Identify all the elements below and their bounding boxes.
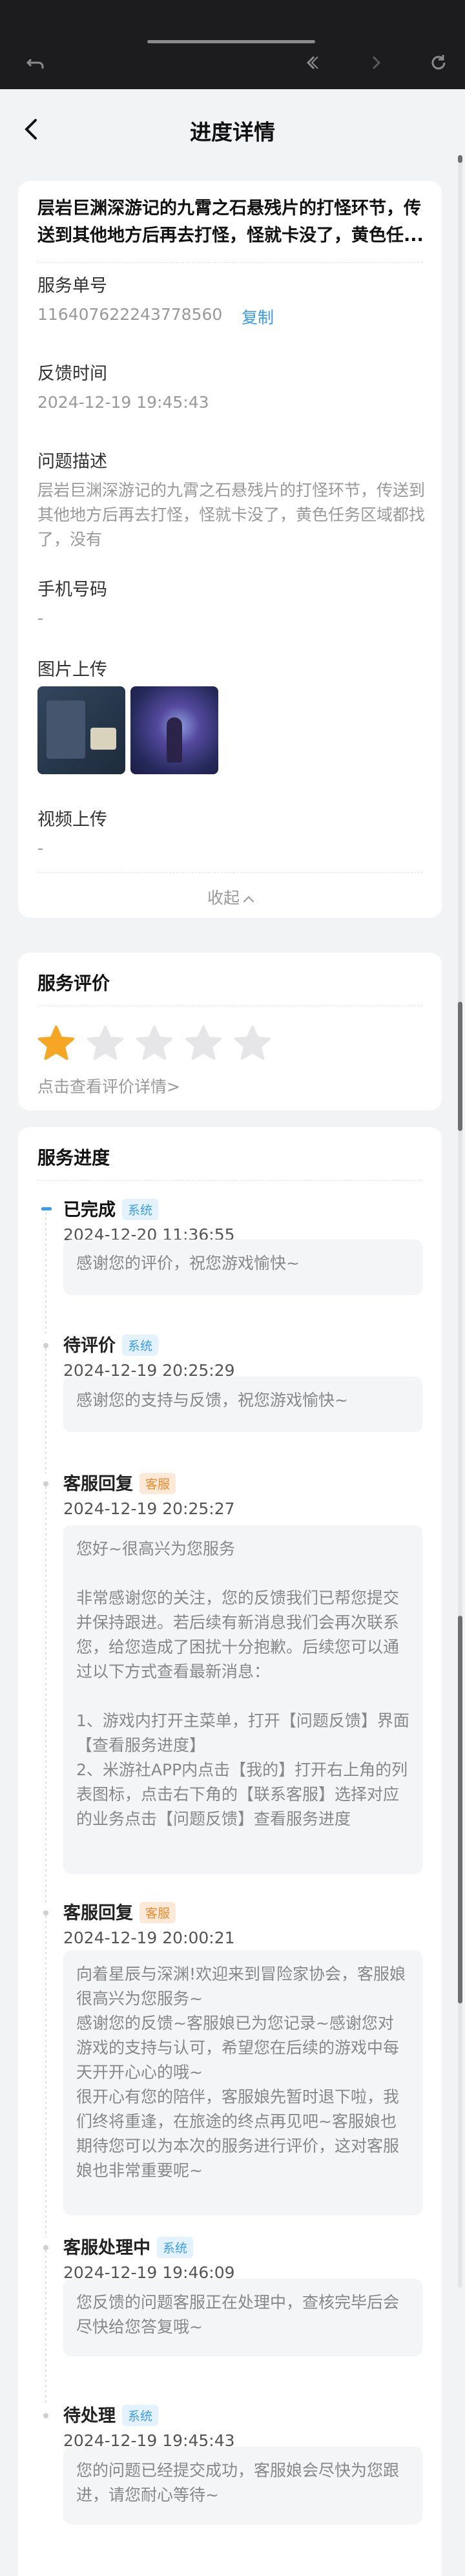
rating-card: 服务评价 点击查看评价详情> bbox=[18, 953, 442, 1110]
desc-value: 层岩巨渊深游记的九霄之石悬残片的打怪环节，传送到其他地方后再去打怪，怪就卡没了，… bbox=[37, 481, 426, 549]
star-empty-icon[interactable] bbox=[234, 1025, 271, 1062]
image-label: 图片上传 bbox=[37, 660, 107, 680]
step-message: 感谢您的支持与反馈，祝您游戏愉快~ bbox=[63, 1377, 422, 1432]
phone-label: 手机号码 bbox=[37, 580, 107, 600]
step-time: 2024-12-19 20:00:21 bbox=[63, 1928, 235, 1947]
step-status: 已完成 系统 bbox=[63, 1196, 159, 1221]
image-panel bbox=[46, 701, 85, 759]
next-icon[interactable] bbox=[364, 50, 389, 75]
chevron-up-icon bbox=[243, 896, 254, 907]
step-badge: 系统 bbox=[157, 2237, 194, 2258]
feedback-detail-card: 层岩巨渊深游记的九霄之石悬残片的打怪环节，传送到其他地方后再去打怪，怪就卡没了，… bbox=[18, 181, 442, 918]
timeline-dot bbox=[43, 1481, 48, 1486]
timeline-line bbox=[45, 1916, 46, 2237]
time-label: 反馈时间 bbox=[37, 364, 107, 384]
divider bbox=[37, 262, 422, 263]
timeline-dot bbox=[41, 1207, 52, 1210]
desc-label: 问题描述 bbox=[37, 452, 107, 472]
timeline-line bbox=[45, 1212, 46, 1335]
step-badge: 系统 bbox=[122, 1199, 159, 1220]
star-empty-icon[interactable] bbox=[136, 1025, 173, 1062]
step-message: 向着星辰与深渊!欢迎来到冒险家协会，客服娘很高兴为您服务~ 感谢您的反馈~客服娘… bbox=[63, 1950, 422, 2215]
image-dialog bbox=[90, 728, 116, 750]
scrollbar-thumb-top[interactable] bbox=[458, 155, 462, 163]
refresh-icon[interactable] bbox=[426, 50, 451, 75]
page-header: 进度详情 bbox=[0, 89, 465, 169]
uploaded-image-2[interactable] bbox=[130, 686, 218, 774]
step-message: 感谢您的评价，祝您游戏愉快~ bbox=[63, 1240, 422, 1295]
star-empty-icon[interactable] bbox=[87, 1025, 124, 1062]
service-no-value: 116407622243778560 bbox=[37, 305, 223, 324]
step-status-label: 已完成 bbox=[63, 1200, 116, 1220]
prev-icon[interactable] bbox=[300, 50, 324, 75]
rating-title: 服务评价 bbox=[37, 973, 110, 994]
step-message: 您的问题已经提交成功，客服娘会尽快为您跟进，请您耐心等待~ bbox=[63, 2447, 422, 2524]
url-bar[interactable] bbox=[147, 40, 315, 43]
step-badge: 系统 bbox=[122, 1335, 159, 1356]
copy-button[interactable]: 复制 bbox=[242, 305, 274, 328]
page-title: 进度详情 bbox=[190, 120, 275, 145]
step-badge: 系统 bbox=[122, 2405, 159, 2426]
progress-card: 服务进度 已完成 系统 2024-12-20 11:36:55 感谢您的评价，祝您游戏… bbox=[18, 1127, 442, 2576]
scrollbar-thumb-lower[interactable] bbox=[458, 1616, 462, 2003]
timeline-dot bbox=[43, 2245, 48, 2250]
collapse-button[interactable]: 收起 bbox=[18, 885, 442, 909]
star-empty-icon[interactable] bbox=[185, 1025, 222, 1062]
phone-value: - bbox=[37, 609, 44, 628]
step-status: 客服处理中 系统 bbox=[63, 2233, 194, 2259]
timeline-dot bbox=[43, 2413, 48, 2418]
timeline-dot bbox=[43, 1343, 48, 1348]
step-status-label: 待处理 bbox=[63, 2406, 116, 2426]
image-figure bbox=[167, 717, 182, 763]
step-message: 您好~很高兴为您服务 非常感谢您的关注，您的反馈我们已帮您提交并保持跟进。若后续… bbox=[63, 1525, 422, 1874]
step-badge: 客服 bbox=[140, 1473, 176, 1494]
step-status: 客服回复 客服 bbox=[63, 1470, 176, 1495]
scrollbar-thumb[interactable] bbox=[458, 1002, 462, 1131]
step-status-label: 客服回复 bbox=[63, 1903, 133, 1923]
video-value: - bbox=[37, 839, 44, 858]
step-status: 待处理 系统 bbox=[63, 2402, 159, 2427]
step-time: 2024-12-19 20:25:27 bbox=[63, 1499, 235, 1518]
divider bbox=[37, 872, 422, 873]
browser-toolbar bbox=[0, 0, 465, 89]
service-no-label: 服务单号 bbox=[37, 276, 107, 296]
divider bbox=[37, 1180, 422, 1181]
timeline-line bbox=[45, 2250, 46, 2405]
timeline-line bbox=[45, 1348, 46, 1473]
step-badge: 客服 bbox=[140, 1902, 176, 1923]
scrollbar[interactable] bbox=[458, 155, 462, 2288]
rating-detail-link[interactable]: 点击查看评价详情> bbox=[37, 1074, 180, 1097]
step-message: 您反馈的问题客服正在处理中，查核完毕后会尽快给您答复哦~ bbox=[63, 2279, 422, 2356]
step-status-label: 客服回复 bbox=[63, 1474, 133, 1494]
progress-title: 服务进度 bbox=[37, 1147, 110, 1168]
step-status: 待评价 系统 bbox=[63, 1331, 159, 1357]
step-status: 客服回复 客服 bbox=[63, 1899, 176, 1925]
step-status-label: 待评价 bbox=[63, 1336, 116, 1356]
star-filled-icon[interactable] bbox=[37, 1025, 75, 1062]
video-label: 视频上传 bbox=[37, 810, 107, 830]
collapse-label: 收起 bbox=[207, 889, 240, 907]
issue-title: 层岩巨渊深游记的九霄之石悬残片的打怪环节，传送到其他地方后再去打怪，怪就卡没了，… bbox=[37, 198, 424, 246]
undo-icon[interactable] bbox=[23, 50, 48, 75]
step-status-label: 客服处理中 bbox=[63, 2238, 150, 2258]
timeline-dot bbox=[43, 1910, 48, 1916]
uploaded-image-1[interactable] bbox=[37, 686, 125, 774]
timeline-line bbox=[45, 1486, 46, 1903]
time-value: 2024-12-19 19:45:43 bbox=[37, 393, 209, 412]
